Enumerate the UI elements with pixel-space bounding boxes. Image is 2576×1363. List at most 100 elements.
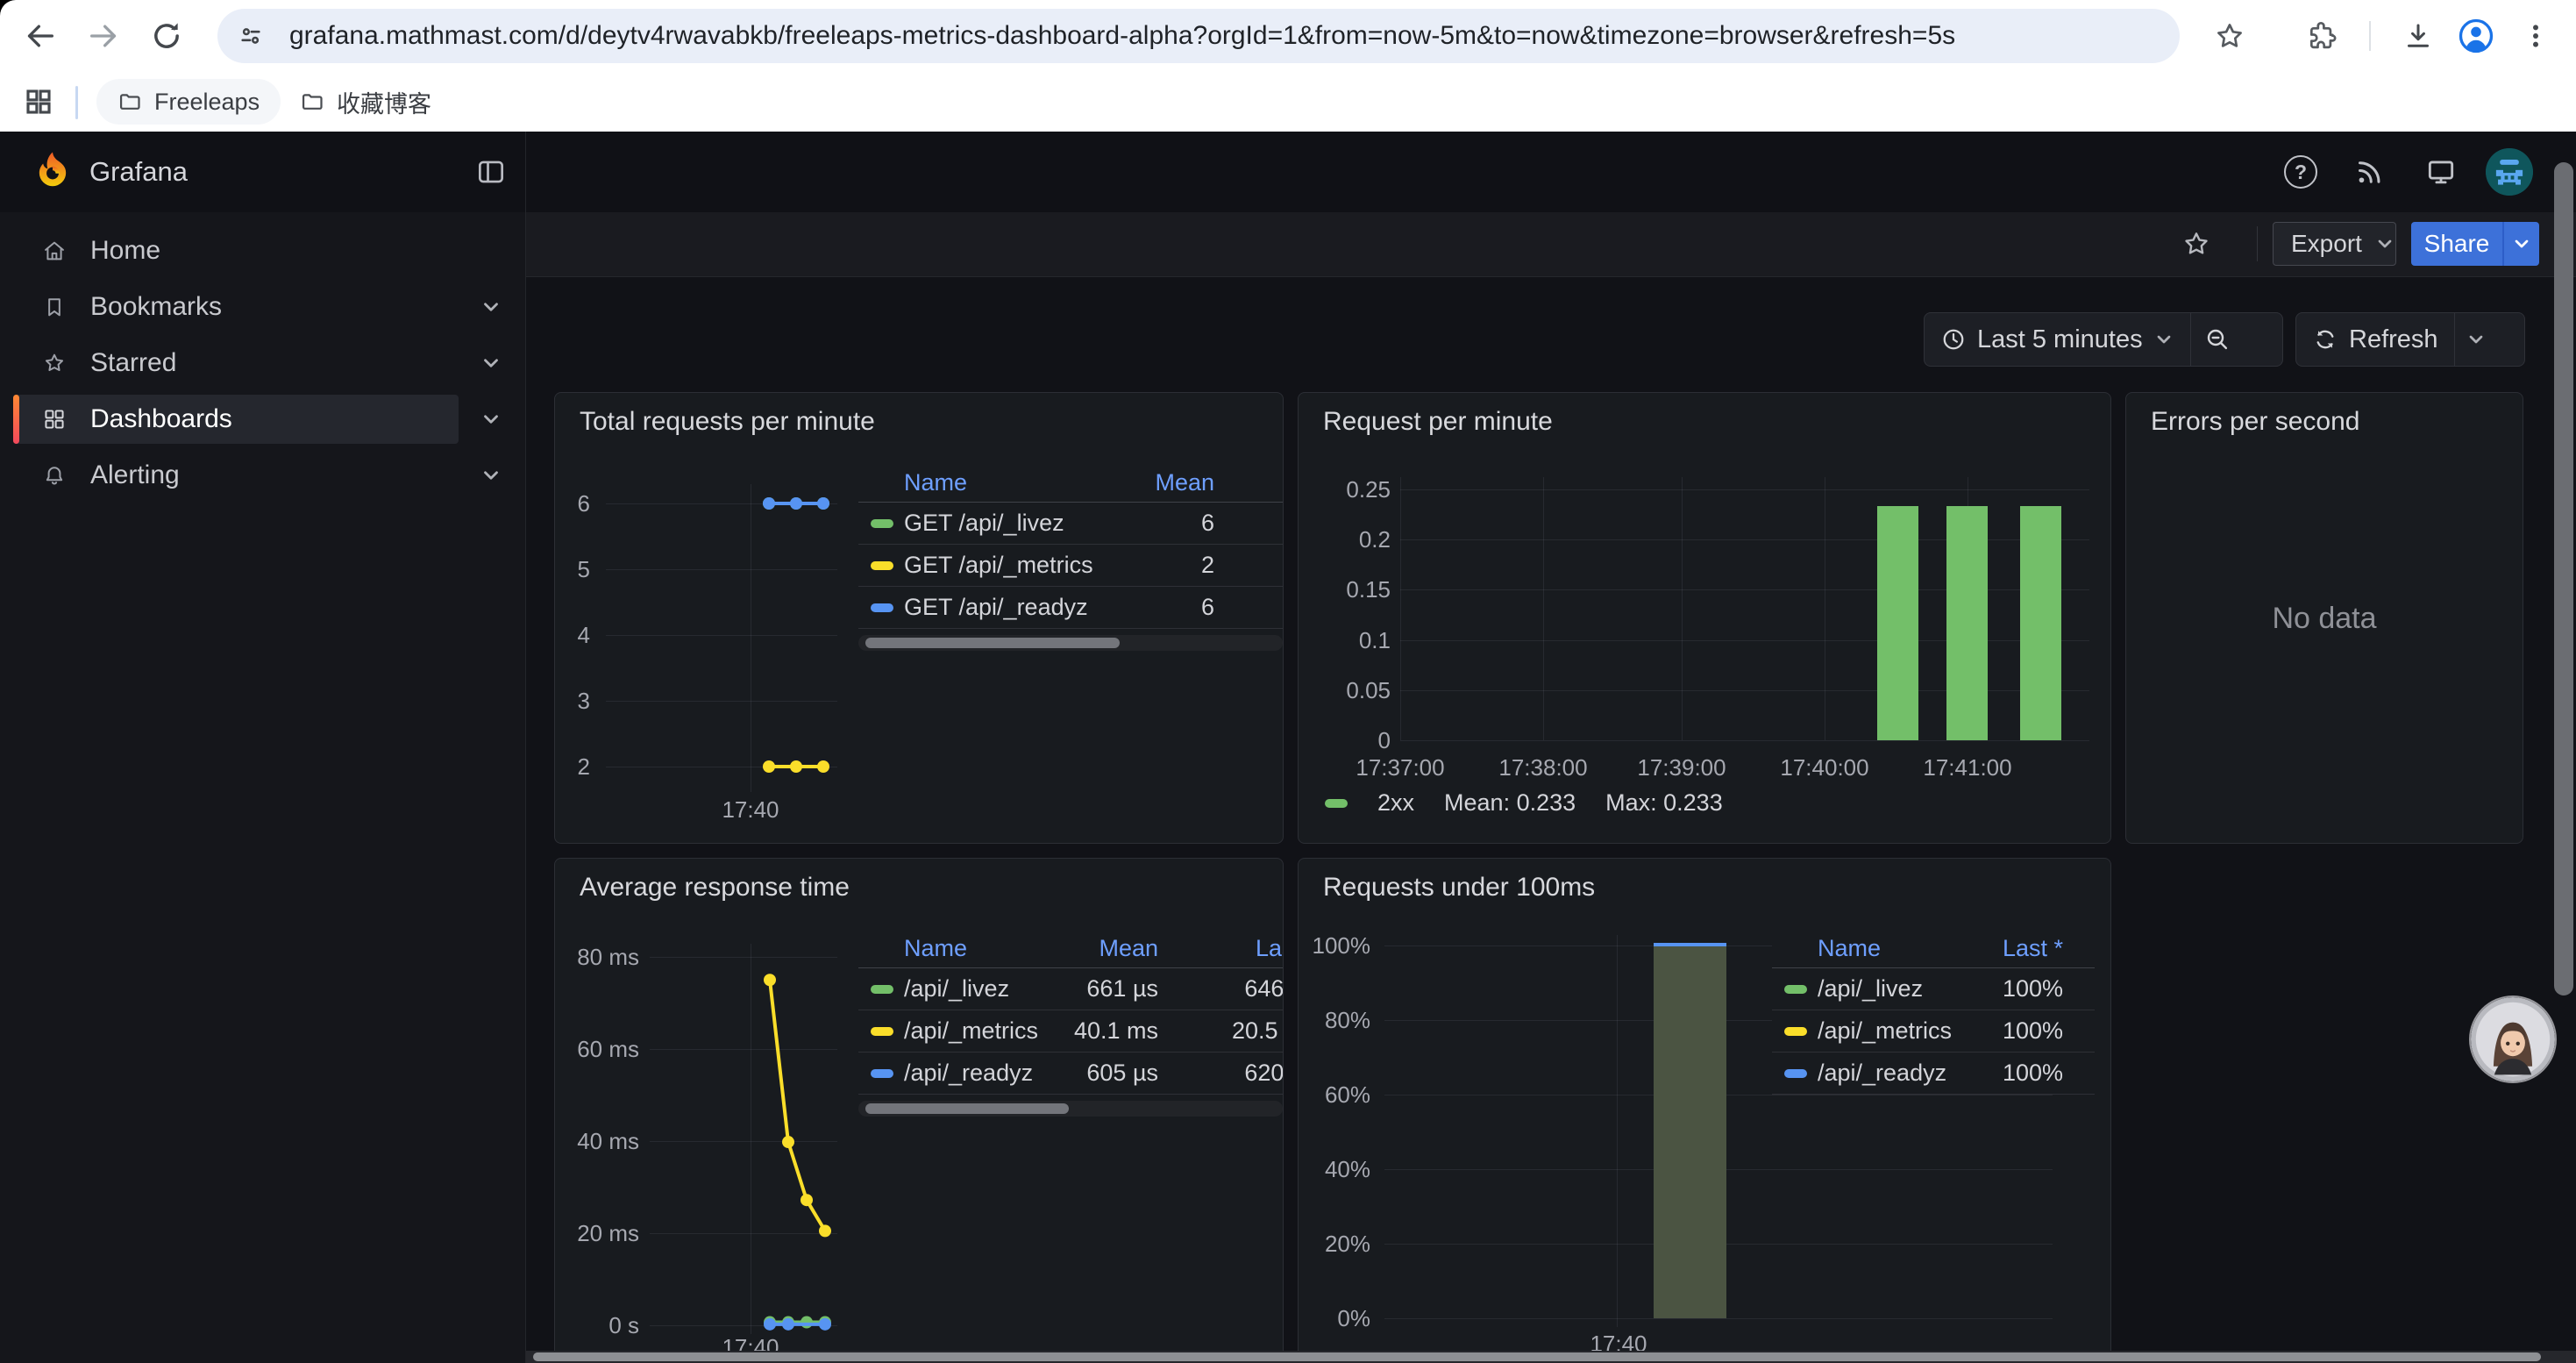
x-axis-label: 17:38:00 <box>1464 754 1622 781</box>
side-panel-button[interactable] <box>19 82 58 121</box>
bookmark-star-button[interactable] <box>2209 15 2251 57</box>
browser-forward-button[interactable] <box>84 17 123 55</box>
chevron-down-icon[interactable] <box>480 408 502 431</box>
gridline <box>606 569 837 570</box>
star-icon <box>2181 229 2211 259</box>
y-axis-label: 0.05 <box>1299 677 1391 703</box>
favorite-dashboard-button[interactable] <box>2177 225 2216 263</box>
arrow-left-icon <box>23 18 58 54</box>
column-header-value[interactable]: Mean <box>858 463 1214 502</box>
sidebar-item-dashboards[interactable]: Dashboards <box>13 395 459 444</box>
gridline <box>1400 477 1401 740</box>
gridline <box>650 1049 837 1050</box>
panel-errors-per-second: Errors per second No data <box>2125 392 2523 844</box>
column-header-value[interactable]: Last * <box>858 929 1284 967</box>
y-axis-label: 3 <box>555 688 590 714</box>
bookmark-folder-freeleaps[interactable]: Freeleaps <box>96 79 281 125</box>
browser-back-button[interactable] <box>21 17 60 55</box>
panel-title[interactable]: Total requests per minute <box>580 407 875 437</box>
legend-scrollbar-thumb[interactable] <box>865 1103 1069 1114</box>
legend-row[interactable]: /api/_readyz605 µs620 µs <box>858 1053 1283 1095</box>
gridline <box>606 635 837 636</box>
zoom-out-button[interactable] <box>2191 313 2244 366</box>
time-range-button[interactable]: Last 5 minutes <box>1925 313 2190 366</box>
browser-menu-button[interactable] <box>2515 15 2557 57</box>
panel-title[interactable]: Errors per second <box>2151 407 2359 437</box>
address-bar[interactable]: grafana.mathmast.com/d/deytv4rwavabkb/fr… <box>217 9 2180 63</box>
news-button[interactable] <box>2345 132 2394 212</box>
gridline <box>606 701 837 702</box>
rss-icon <box>2353 156 2385 188</box>
legend-scrollbar[interactable] <box>858 635 1283 651</box>
dashboard-header-strip <box>526 212 2576 277</box>
star-icon <box>2214 20 2245 52</box>
refresh-button[interactable]: Refresh <box>2296 313 2454 366</box>
x-axis-label: 17:41:00 <box>1889 754 2046 781</box>
panel-title[interactable]: Requests under 100ms <box>1323 873 1595 903</box>
profile-button[interactable] <box>2455 15 2497 57</box>
floating-assistant-avatar[interactable] <box>2471 997 2555 1081</box>
legend-row[interactable]: /api/_readyz100% <box>1772 1053 2095 1095</box>
sidebar-item-label: Home <box>90 226 160 275</box>
column-header-value[interactable]: Last * <box>1772 929 2063 967</box>
site-info-icon[interactable] <box>237 22 265 50</box>
share-label: Share <box>2424 230 2490 258</box>
sidebar-item-bookmarks[interactable]: Bookmarks <box>13 282 459 332</box>
sidebar-item-home[interactable]: Home <box>13 226 459 275</box>
sidebar-item-label: Starred <box>90 339 176 388</box>
series-value: 6 <box>858 587 1214 628</box>
legend-series-name[interactable]: 2xx <box>1377 789 1414 817</box>
legend-scrollbar-thumb[interactable] <box>865 638 1120 648</box>
chevron-down-icon[interactable] <box>480 464 502 487</box>
panel-title[interactable]: Average response time <box>580 873 850 903</box>
bookmark-folder-blogs[interactable]: 收藏博客 <box>289 79 442 125</box>
apps-grid-icon <box>23 86 54 118</box>
series-value: 2 <box>858 545 1214 586</box>
legend-row[interactable]: /api/_livez661 µs646 µs <box>858 968 1283 1010</box>
vertical-scrollbar[interactable] <box>2554 162 2573 995</box>
user-avatar <box>2486 148 2533 196</box>
extensions-button[interactable] <box>2301 15 2343 57</box>
chevron-down-icon[interactable] <box>480 352 502 375</box>
x-axis-label: 17:37:00 <box>1321 754 1479 781</box>
dock-menu-button[interactable] <box>472 153 510 191</box>
share-button[interactable]: Share <box>2411 222 2502 266</box>
gridline <box>1617 935 1618 1327</box>
y-axis-label: 60 ms <box>555 1036 639 1062</box>
sidebar-item-starred[interactable]: Starred <box>13 339 459 388</box>
panel-title[interactable]: Request per minute <box>1323 407 1553 437</box>
y-axis-label: 20 ms <box>555 1220 639 1246</box>
legend-row[interactable]: /api/_metrics40.1 ms20.5 ms <box>858 1010 1283 1053</box>
downloads-button[interactable] <box>2397 15 2439 57</box>
legend-row[interactable]: /api/_metrics100% <box>1772 1010 2095 1053</box>
bookmarks-bar: Freeleaps 收藏博客 <box>0 72 2576 132</box>
series-value: 100% <box>1772 1010 2063 1052</box>
bar-2xx <box>1877 506 1918 740</box>
export-button[interactable]: Export <box>2273 222 2396 266</box>
legend-row[interactable]: GET /api/_livez6 <box>858 503 1283 545</box>
chevron-down-icon[interactable] <box>480 296 502 318</box>
legend-row[interactable]: GET /api/_readyz6 <box>858 587 1283 629</box>
user-menu-button[interactable] <box>2485 132 2534 212</box>
legend-row[interactable]: /api/_livez100% <box>1772 968 2095 1010</box>
bookmark-label: 收藏博客 <box>337 85 431 119</box>
sidebar-item-label: Bookmarks <box>90 282 222 332</box>
y-axis-label: 0 <box>1299 727 1391 753</box>
share-menu-button[interactable] <box>2502 222 2539 266</box>
horizontal-scrollbar-thumb[interactable] <box>533 1352 2541 1361</box>
help-button[interactable]: ? <box>2276 132 2325 212</box>
y-axis-label: 80% <box>1299 1007 1370 1033</box>
bar-top-line <box>1654 943 1726 946</box>
kiosk-mode-button[interactable] <box>2416 132 2466 212</box>
refresh-interval-button[interactable] <box>2455 313 2497 366</box>
chevron-down-icon <box>2153 329 2174 350</box>
legend-row[interactable]: GET /api/_metrics2 <box>858 545 1283 587</box>
sidebar-item-alerting[interactable]: Alerting <box>13 451 459 500</box>
series-value: 20.5 ms <box>858 1010 1284 1052</box>
legend-table-header: NameLast * <box>1772 929 2095 968</box>
grafana-top-nav: Grafana HomeDashboardsFreeleaps Metrics … <box>0 132 2576 213</box>
browser-reload-button[interactable] <box>147 17 186 55</box>
series-value: 100% <box>1772 968 2063 1010</box>
grafana-logo[interactable] <box>30 149 75 195</box>
legend-scrollbar[interactable] <box>858 1101 1283 1117</box>
